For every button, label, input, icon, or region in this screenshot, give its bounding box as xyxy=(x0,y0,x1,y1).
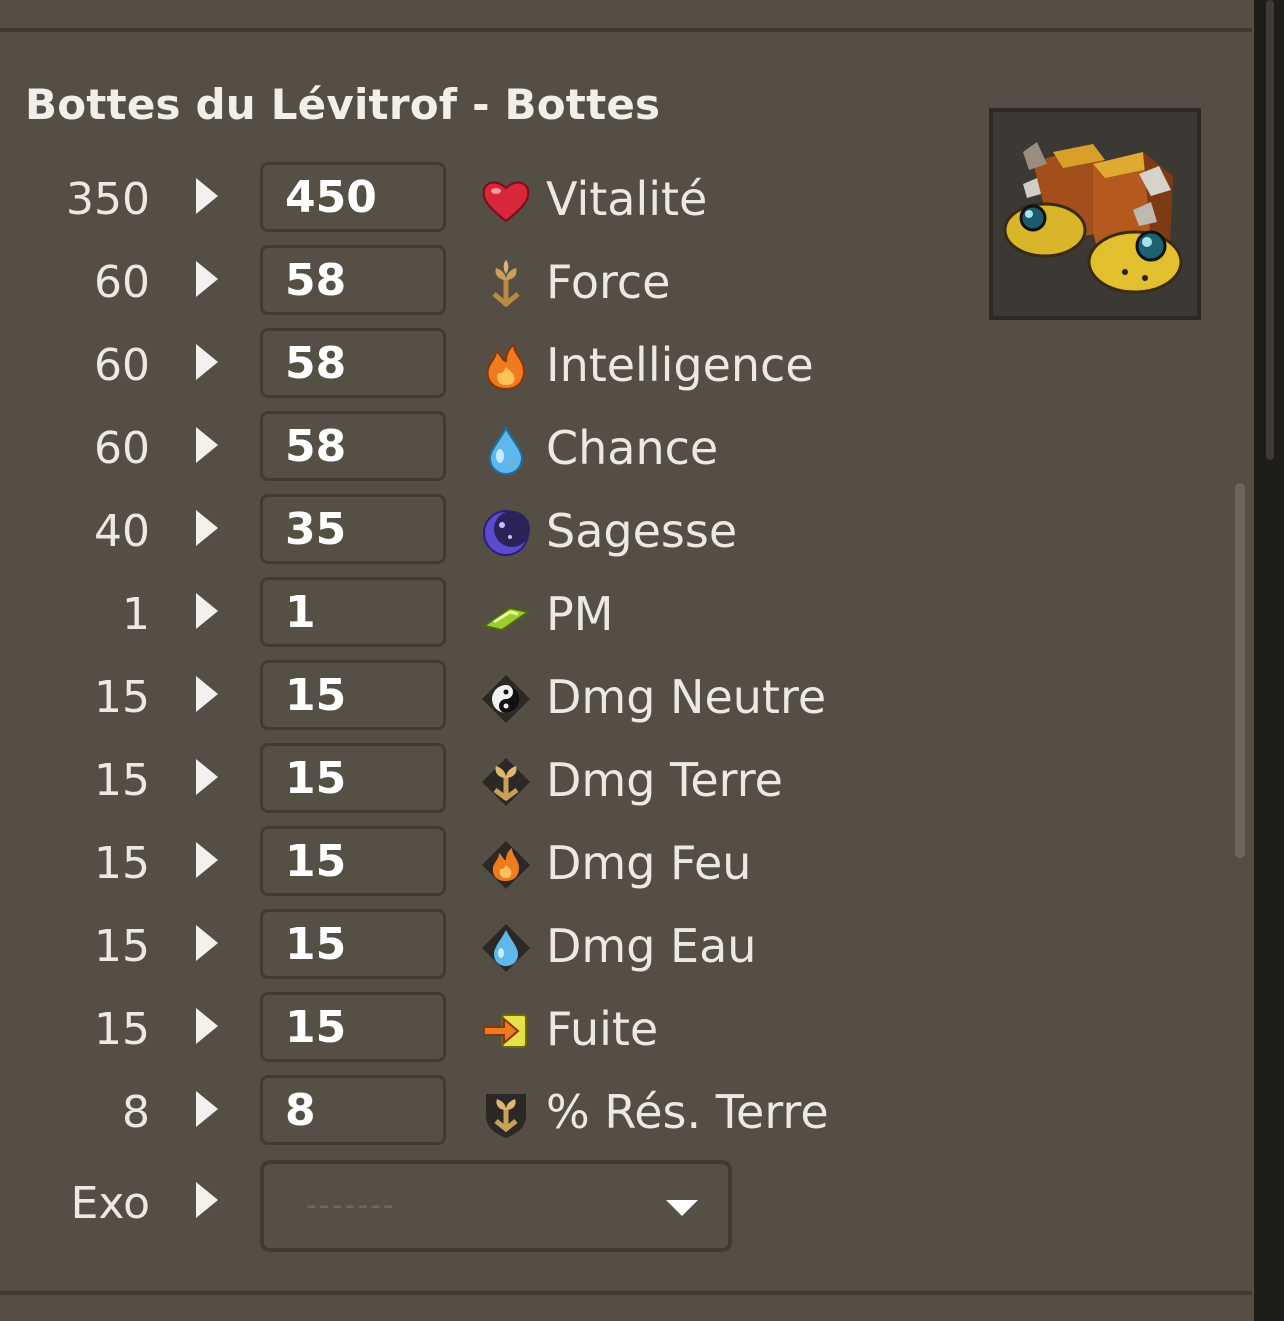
stat-value-input[interactable] xyxy=(260,992,446,1062)
apply-arrow-icon[interactable] xyxy=(196,510,218,546)
water-damage-icon xyxy=(480,922,532,974)
stat-label: Sagesse xyxy=(546,504,738,558)
top-divider xyxy=(0,28,1252,32)
fire-damage-icon xyxy=(480,839,532,891)
stat-row: 350 Vitalité xyxy=(0,162,900,238)
exo-label: Exo xyxy=(70,1178,150,1229)
stat-value-input[interactable] xyxy=(260,328,446,398)
moon-icon xyxy=(480,507,532,559)
stat-label: Intelligence xyxy=(546,338,814,392)
stat-row: 60 Chance xyxy=(0,411,900,487)
stat-row: 40 Sagesse xyxy=(0,494,900,570)
apply-arrow-icon[interactable] xyxy=(196,842,218,878)
heart-icon xyxy=(480,175,532,227)
apply-arrow-icon[interactable] xyxy=(196,344,218,380)
apply-arrow-icon[interactable] xyxy=(196,1008,218,1044)
water-drop-icon xyxy=(480,424,532,476)
apply-arrow-icon[interactable] xyxy=(196,593,218,629)
movement-points-icon xyxy=(480,590,532,642)
base-value: 60 xyxy=(94,423,150,474)
stat-label: Dmg Neutre xyxy=(546,670,827,724)
exo-placeholder: ------- xyxy=(306,1188,396,1223)
apply-arrow-icon[interactable] xyxy=(196,427,218,463)
exo-arrow-icon[interactable] xyxy=(196,1182,218,1218)
stat-value-input[interactable] xyxy=(260,826,446,896)
apply-arrow-icon[interactable] xyxy=(196,1091,218,1127)
base-value: 15 xyxy=(94,921,150,972)
stat-label: PM xyxy=(546,587,614,641)
apply-arrow-icon[interactable] xyxy=(196,925,218,961)
stat-row: 60 Force xyxy=(0,245,900,321)
stat-label: Fuite xyxy=(546,1002,659,1056)
bottom-divider xyxy=(0,1291,1252,1295)
apply-arrow-icon[interactable] xyxy=(196,759,218,795)
base-value: 15 xyxy=(94,755,150,806)
base-value: 15 xyxy=(94,672,150,723)
exo-select[interactable]: ------- xyxy=(260,1160,732,1252)
item-title: Bottes du Lévitrof - Bottes xyxy=(25,80,661,129)
stat-value-input[interactable] xyxy=(260,162,446,232)
stat-label: Vitalité xyxy=(546,172,708,226)
base-value: 1 xyxy=(122,589,150,640)
neutral-damage-icon xyxy=(480,673,532,725)
stat-label: Dmg Terre xyxy=(546,753,783,807)
stat-label: Dmg Feu xyxy=(546,836,752,890)
stat-value-input[interactable] xyxy=(260,660,446,730)
base-value: 60 xyxy=(94,257,150,308)
stat-row: 15 Fuite xyxy=(0,992,900,1068)
base-value: 40 xyxy=(94,506,150,557)
stat-label: % Rés. Terre xyxy=(546,1085,829,1139)
base-value: 15 xyxy=(94,1004,150,1055)
boots-item-icon xyxy=(989,108,1201,320)
base-value: 350 xyxy=(66,174,150,225)
stat-row: 8 % Rés. Terre xyxy=(0,1075,900,1151)
earth-damage-icon xyxy=(480,756,532,808)
stat-value-input[interactable] xyxy=(260,494,446,564)
stat-row: 15 Dmg Neutre xyxy=(0,660,900,736)
exo-row: Exo ------- xyxy=(0,1160,900,1252)
outer-scrollbar-track[interactable] xyxy=(1254,0,1284,1321)
stat-row: 15 Dmg Feu xyxy=(0,826,900,902)
stat-value-input[interactable] xyxy=(260,245,446,315)
stat-row: 15 Dmg Eau xyxy=(0,909,900,985)
stat-value-input[interactable] xyxy=(260,577,446,647)
stat-row: 15 Dmg Terre xyxy=(0,743,900,819)
stat-value-input[interactable] xyxy=(260,909,446,979)
base-value: 8 xyxy=(122,1087,150,1138)
fire-icon xyxy=(480,341,532,393)
stat-row: 1 PM xyxy=(0,577,900,653)
flee-arrow-icon xyxy=(480,1005,532,1057)
panel-scrollbar-thumb[interactable] xyxy=(1235,483,1245,858)
chevron-down-icon[interactable] xyxy=(666,1200,698,1216)
apply-arrow-icon[interactable] xyxy=(196,261,218,297)
earth-sprout-icon xyxy=(480,258,532,310)
stat-label: Chance xyxy=(546,421,719,475)
apply-arrow-icon[interactable] xyxy=(196,676,218,712)
stat-value-input[interactable] xyxy=(260,743,446,813)
base-value: 60 xyxy=(94,340,150,391)
outer-scrollbar-thumb[interactable] xyxy=(1266,0,1274,460)
stat-row: 60 Intelligence xyxy=(0,328,900,404)
stat-label: Force xyxy=(546,255,671,309)
stat-label: Dmg Eau xyxy=(546,919,757,973)
stat-value-input[interactable] xyxy=(260,411,446,481)
apply-arrow-icon[interactable] xyxy=(196,178,218,214)
stat-value-input[interactable] xyxy=(260,1075,446,1145)
base-value: 15 xyxy=(94,838,150,889)
earth-resistance-icon xyxy=(480,1088,532,1140)
